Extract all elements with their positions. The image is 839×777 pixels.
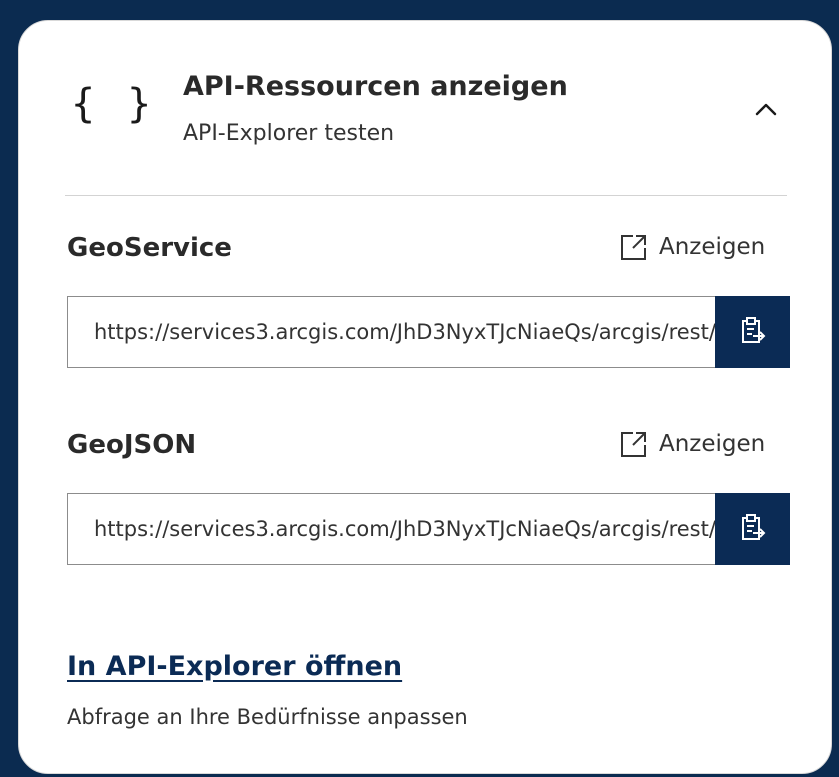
geoservice-url-row — [67, 296, 790, 368]
geoservice-url-field[interactable] — [67, 296, 715, 368]
geoservice-view-link[interactable]: Anzeigen — [619, 232, 765, 262]
chevron-up-icon[interactable] — [753, 96, 779, 122]
divider — [65, 195, 787, 196]
geoservice-view-label: Anzeigen — [659, 234, 766, 260]
clipboard-copy-icon — [739, 316, 767, 349]
geojson-label: GeoJSON — [67, 430, 197, 460]
geoservice-copy-button[interactable] — [715, 296, 790, 368]
external-link-icon — [619, 232, 649, 262]
geoservice-label: GeoService — [67, 233, 232, 263]
geojson-url-field[interactable] — [67, 493, 715, 565]
geojson-view-link[interactable]: Anzeigen — [619, 429, 765, 459]
clipboard-copy-icon — [739, 513, 767, 546]
braces-icon: { } — [71, 81, 156, 127]
geojson-view-label: Anzeigen — [659, 431, 766, 457]
open-api-explorer-link[interactable]: In API-Explorer öffnen — [67, 651, 402, 682]
geojson-url-row — [67, 493, 790, 565]
card-subtitle: API-Explorer testen — [183, 121, 395, 146]
api-explorer-description: Abfrage an Ihre Bedürfnisse anpassen — [67, 705, 468, 729]
geojson-copy-button[interactable] — [715, 493, 790, 565]
card-title: API-Ressourcen anzeigen — [183, 71, 568, 102]
external-link-icon — [619, 429, 649, 459]
api-resources-card: { } API-Ressourcen anzeigen API-Explorer… — [18, 20, 832, 774]
